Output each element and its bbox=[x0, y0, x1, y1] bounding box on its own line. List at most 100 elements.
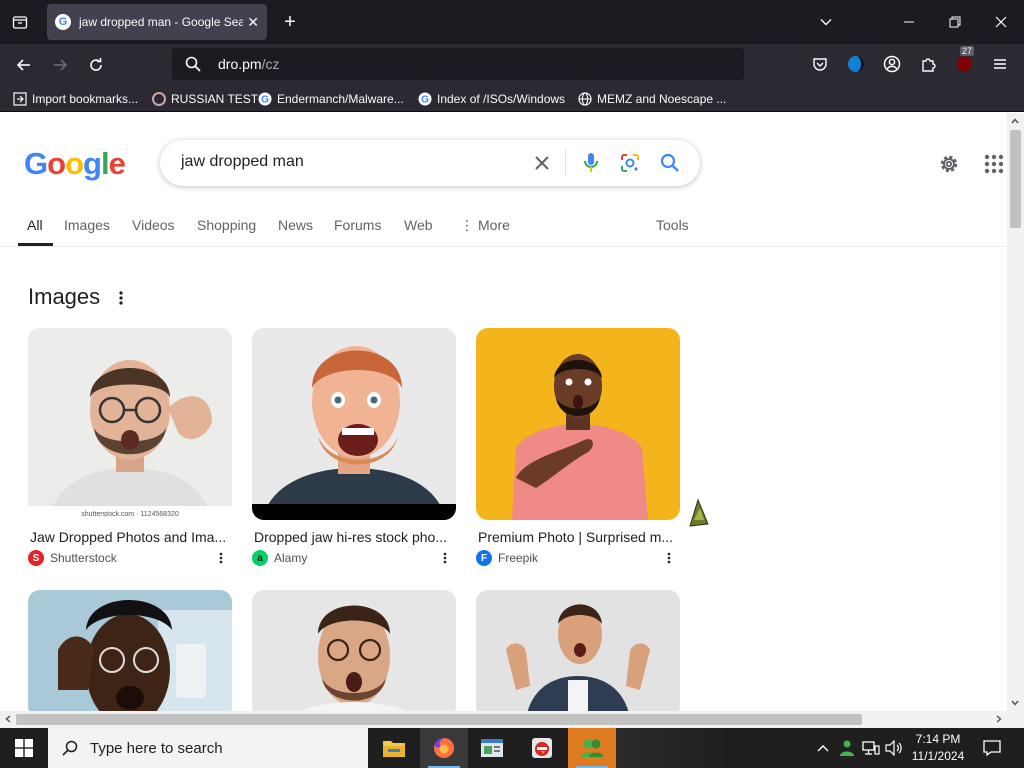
search-box[interactable]: jaw dropped man bbox=[160, 140, 700, 186]
voice-search-mic-icon[interactable] bbox=[579, 151, 603, 175]
result-thumbnail[interactable] bbox=[28, 590, 232, 711]
result-thumbnail[interactable] bbox=[476, 590, 680, 711]
bookmark-memz[interactable]: MEMZ and Noescape ... bbox=[577, 89, 726, 109]
clear-search-icon[interactable] bbox=[530, 151, 554, 175]
images-section-heading: Images bbox=[28, 284, 101, 309]
tab-images[interactable]: Images bbox=[64, 217, 110, 233]
chevron-down-icon[interactable] bbox=[814, 10, 838, 34]
new-tab-plus-icon[interactable]: + bbox=[278, 10, 302, 34]
result-thumbnail[interactable] bbox=[476, 328, 680, 520]
scroll-right-arrow-icon[interactable] bbox=[991, 711, 1007, 727]
scroll-up-arrow-icon[interactable] bbox=[1007, 113, 1023, 129]
bookmark-index-isos[interactable]: G Index of /ISOs/Windows bbox=[417, 89, 565, 109]
result-title[interactable]: Premium Photo | Surprised m... bbox=[476, 529, 676, 545]
google-logo[interactable]: Google bbox=[24, 146, 126, 182]
tab-web[interactable]: Web bbox=[404, 217, 433, 233]
image-result-card[interactable]: Premium Photo | Surprised m... F Freepik bbox=[476, 328, 680, 566]
network-icon[interactable] bbox=[861, 738, 881, 758]
result-source-name: Freepik bbox=[498, 551, 539, 565]
browser-tab-active[interactable]: G jaw dropped man - Google Search ✕ bbox=[47, 4, 267, 40]
google-lens-icon[interactable] bbox=[618, 151, 642, 175]
bookmark-endermanch[interactable]: G Endermanch/Malware... bbox=[257, 89, 404, 109]
clock-time: 7:14 PM bbox=[915, 732, 961, 746]
tab-videos[interactable]: Videos bbox=[132, 217, 175, 233]
hamburger-menu-icon[interactable] bbox=[988, 52, 1012, 76]
image-result-card[interactable]: Dropped jaw hi-res stock pho... a Alamy bbox=[252, 328, 456, 566]
reload-icon[interactable] bbox=[83, 52, 109, 78]
result-source[interactable]: F Freepik bbox=[476, 550, 680, 566]
close-tab-icon[interactable]: ✕ bbox=[247, 14, 259, 31]
tab-list-icon[interactable] bbox=[6, 8, 34, 36]
forward-arrow-icon[interactable] bbox=[47, 52, 73, 78]
dark-reader-icon[interactable] bbox=[844, 52, 868, 76]
ublock-origin-icon[interactable]: 27 bbox=[952, 46, 976, 76]
back-arrow-icon[interactable] bbox=[11, 52, 37, 78]
account-icon[interactable] bbox=[880, 52, 904, 76]
chevron-up-icon[interactable] bbox=[813, 738, 833, 758]
minimize-icon[interactable] bbox=[897, 10, 921, 34]
image-result-card[interactable] bbox=[252, 590, 456, 711]
result-thumbnail[interactable] bbox=[252, 328, 456, 520]
address-bar[interactable]: dro.pm/cz bbox=[172, 48, 744, 80]
images-more-options-icon[interactable] bbox=[113, 286, 129, 310]
result-source[interactable]: S Shutterstock bbox=[28, 550, 232, 566]
horizontal-scrollbar[interactable] bbox=[0, 711, 1024, 728]
google-apps-grid-icon[interactable] bbox=[983, 153, 1005, 175]
result-source[interactable]: a Alamy bbox=[252, 550, 456, 566]
tab-forums[interactable]: Forums bbox=[334, 217, 381, 233]
alamy-favicon-icon: a bbox=[252, 550, 268, 566]
image-result-card[interactable] bbox=[476, 590, 680, 711]
result-more-options-icon[interactable] bbox=[664, 550, 674, 566]
image-result-card[interactable] bbox=[28, 590, 232, 711]
tab-shopping[interactable]: Shopping bbox=[197, 217, 256, 233]
taskbar-search-box[interactable]: Type here to search bbox=[48, 728, 368, 768]
result-more-options-icon[interactable] bbox=[216, 550, 226, 566]
messenger-tray-icon[interactable] bbox=[837, 738, 857, 758]
search-query-text[interactable]: jaw dropped man bbox=[181, 153, 304, 171]
taskbar-clock[interactable]: 7:14 PM 11/1/2024 bbox=[905, 731, 971, 765]
file-explorer-icon[interactable] bbox=[370, 728, 418, 768]
tools-button[interactable]: Tools bbox=[656, 217, 689, 233]
app-window-icon[interactable] bbox=[468, 728, 516, 768]
logo-letter: g bbox=[83, 146, 102, 181]
google-favicon-icon: G bbox=[55, 14, 71, 30]
vertical-scroll-thumb[interactable] bbox=[1010, 130, 1021, 228]
close-window-icon[interactable] bbox=[989, 10, 1013, 34]
tab-all[interactable]: All bbox=[27, 217, 43, 233]
windows-taskbar: Type here to search 7:14 PM 11/1/2024 bbox=[0, 728, 1024, 768]
thumbnail-watermark: shutterstock.com · 1124568320 bbox=[81, 511, 179, 518]
settings-gear-icon[interactable] bbox=[936, 151, 962, 177]
pocket-icon[interactable] bbox=[808, 52, 832, 76]
scroll-left-arrow-icon[interactable] bbox=[0, 711, 16, 727]
search-divider bbox=[565, 150, 566, 176]
logo-letter: o bbox=[65, 146, 84, 181]
search-icon bbox=[185, 56, 201, 77]
vertical-scrollbar[interactable] bbox=[1007, 113, 1024, 711]
volume-icon[interactable] bbox=[884, 738, 904, 758]
tab-news[interactable]: News bbox=[278, 217, 313, 233]
horizontal-scroll-thumb[interactable] bbox=[16, 714, 862, 725]
windows-start-icon[interactable] bbox=[0, 728, 48, 768]
bookmark-russian-test[interactable]: RUSSIAN TEST bbox=[151, 89, 258, 109]
site-favicon-icon bbox=[151, 91, 167, 107]
angry-birds-icon[interactable] bbox=[518, 728, 566, 768]
extensions-puzzle-icon[interactable] bbox=[916, 52, 940, 76]
messenger-buddies-icon[interactable] bbox=[568, 728, 616, 768]
result-title[interactable]: Jaw Dropped Photos and Ima... bbox=[28, 529, 228, 545]
scroll-down-arrow-icon[interactable] bbox=[1007, 695, 1023, 711]
result-thumbnail[interactable] bbox=[252, 590, 456, 711]
result-more-options-icon[interactable] bbox=[440, 550, 450, 566]
taskbar-search-placeholder: Type here to search bbox=[90, 739, 223, 757]
result-title[interactable]: Dropped jaw hi-res stock pho... bbox=[252, 529, 452, 545]
bookmarks-toolbar: Import bookmarks... RUSSIAN TEST G Ender… bbox=[0, 85, 1024, 112]
restore-icon[interactable] bbox=[943, 10, 967, 34]
tab-more-label: More bbox=[478, 217, 510, 233]
freepik-favicon-icon: F bbox=[476, 550, 492, 566]
search-submit-icon[interactable] bbox=[658, 151, 682, 175]
bookmark-import[interactable]: Import bookmarks... bbox=[12, 89, 138, 109]
firefox-icon[interactable] bbox=[420, 728, 468, 768]
tab-more[interactable]: ⋮ More bbox=[460, 217, 510, 234]
notifications-icon[interactable] bbox=[980, 736, 1004, 760]
result-thumbnail[interactable]: shutterstock.com · 1124568320 bbox=[28, 328, 232, 520]
image-result-card[interactable]: shutterstock.com · 1124568320 Jaw Droppe… bbox=[28, 328, 232, 566]
